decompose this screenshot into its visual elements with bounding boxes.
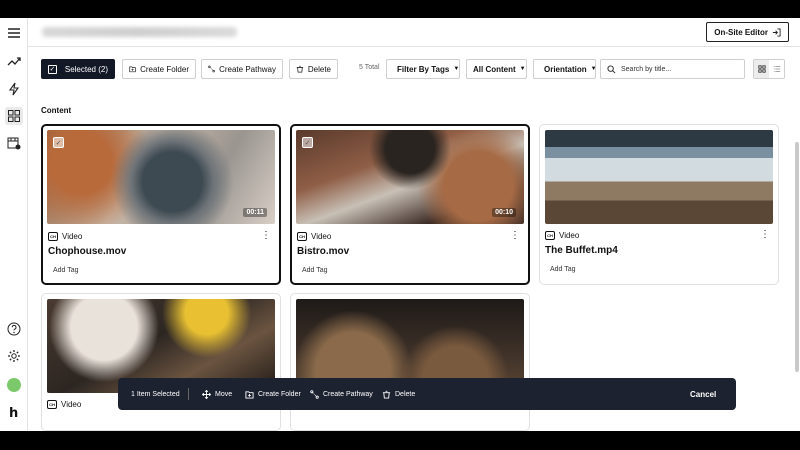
move-button[interactable]: Move <box>202 378 232 410</box>
delete-label: Delete <box>307 64 331 74</box>
filter-by-tags-dropdown[interactable]: Filter By Tags ▼ <box>386 59 460 79</box>
filter-by-tags-label: Filter By Tags <box>397 64 450 74</box>
on-site-editor-label: On-Site Editor <box>714 27 768 37</box>
duration-badge: 00:10 <box>492 208 516 217</box>
duration-badge: 00:11 <box>243 208 267 217</box>
video-type-icon: CH <box>47 399 57 409</box>
card-title: The Buffet.mp4 <box>545 245 618 256</box>
left-nav-rail: h <box>0 18 28 431</box>
divider <box>188 388 189 400</box>
search-icon <box>607 64 616 73</box>
search-input[interactable]: Search by title... <box>600 59 745 79</box>
content-grid-icon[interactable] <box>5 107 23 125</box>
content-card[interactable]: ✓ 00:11 CH Video ⋮ Chophouse.mov Add Tag <box>41 124 281 285</box>
total-count: 5 Total <box>359 64 380 71</box>
on-site-editor-button[interactable]: On-Site Editor <box>706 22 789 42</box>
folder-plus-icon <box>245 390 254 399</box>
create-folder-label: Create Folder <box>140 64 189 74</box>
media-type-label: Video <box>311 231 332 241</box>
cancel-label: Cancel <box>690 389 717 399</box>
create-folder-bar-label: Create Folder <box>258 390 301 398</box>
chevron-down-icon: ▼ <box>453 66 460 72</box>
video-thumbnail[interactable]: ✓ 00:11 <box>47 130 275 224</box>
selected-count-value: 1 Item Selected <box>131 390 180 398</box>
content-type-label: All Content <box>473 64 516 74</box>
orientation-label: Orientation <box>544 64 587 74</box>
trash-icon <box>296 65 304 73</box>
add-tag-link[interactable]: Add Tag <box>550 266 576 273</box>
media-type-label: Video <box>559 230 580 240</box>
card-title: Bistro.mov <box>297 246 350 257</box>
selected-count-text: 1 Item Selected <box>131 378 180 410</box>
media-settings-icon[interactable] <box>5 134 23 152</box>
blurred-page-title <box>42 27 237 37</box>
menu-icon[interactable] <box>5 24 23 42</box>
delete-bar-label: Delete <box>395 390 416 398</box>
video-type-icon: CH <box>48 231 58 241</box>
selected-count-label: Selected (2) <box>64 64 108 74</box>
bulk-action-bar: 1 Item Selected Move Create Folder Creat… <box>118 378 736 410</box>
move-arrows-icon <box>202 389 211 399</box>
checkbox-checked-icon: ✓ <box>48 64 57 74</box>
scrollbar[interactable] <box>795 142 800 372</box>
search-placeholder: Search by title... <box>621 65 672 73</box>
video-type-icon: CH <box>545 230 555 240</box>
content-card[interactable]: CH Video ⋮ The Buffet.mp4 Add Tag <box>539 124 779 285</box>
add-tag-link[interactable]: Add Tag <box>53 267 79 274</box>
app-window: h On-Site Editor ✓ Selected (2) Create F… <box>0 18 800 431</box>
chevron-down-icon: ▼ <box>590 66 597 72</box>
create-pathway-bar-label: Create Pathway <box>323 390 373 398</box>
content-card[interactable] <box>290 293 530 431</box>
user-avatar[interactable] <box>7 378 21 392</box>
pathway-icon <box>208 65 215 73</box>
trash-icon <box>382 390 391 399</box>
grid-view-icon[interactable] <box>754 60 769 78</box>
create-pathway-button[interactable]: Create Pathway <box>201 59 283 79</box>
content-card[interactable]: CH Video <box>41 293 281 431</box>
folder-plus-icon <box>129 66 136 73</box>
video-type-icon: CH <box>297 231 307 241</box>
view-toggle <box>753 59 785 79</box>
card-meta: CH Video ⋮ <box>297 230 520 242</box>
content-type-dropdown[interactable]: All Content ▼ <box>466 59 527 79</box>
card-meta: CH Video ⋮ <box>545 229 770 241</box>
video-thumbnail[interactable]: ✓ 00:10 <box>296 130 524 224</box>
card-meta: CH Video ⋮ <box>48 230 271 242</box>
create-pathway-bar-button[interactable]: Create Pathway <box>310 378 373 410</box>
move-label: Move <box>215 390 233 398</box>
select-checkbox[interactable]: ✓ <box>53 137 64 148</box>
top-bar: On-Site Editor <box>28 18 800 47</box>
list-view-icon[interactable] <box>769 60 784 78</box>
create-folder-button[interactable]: Create Folder <box>122 59 196 79</box>
create-pathway-label: Create Pathway <box>219 64 276 74</box>
delete-button[interactable]: Delete <box>289 59 338 79</box>
select-checkbox[interactable]: ✓ <box>302 137 313 148</box>
card-title: Chophouse.mov <box>48 246 127 257</box>
delete-bar-button[interactable]: Delete <box>382 378 415 410</box>
more-options-icon[interactable]: ⋮ <box>261 230 271 241</box>
orientation-dropdown[interactable]: Orientation ▼ <box>533 59 597 79</box>
sign-in-icon <box>772 27 781 37</box>
content-card[interactable]: ✓ 00:10 CH Video ⋮ Bistro.mov Add Tag <box>290 124 530 285</box>
pathway-icon <box>310 389 319 399</box>
settings-gear-icon[interactable] <box>5 347 23 365</box>
lightning-icon[interactable] <box>5 80 23 98</box>
section-heading: Content <box>41 106 72 115</box>
selected-count-button[interactable]: ✓ Selected (2) <box>41 59 115 79</box>
help-icon[interactable] <box>5 320 23 338</box>
media-type-label: Video <box>62 231 83 241</box>
brand-logo: h <box>9 406 19 421</box>
chevron-down-icon: ▼ <box>519 66 526 72</box>
more-options-icon[interactable]: ⋮ <box>510 230 520 241</box>
more-options-icon[interactable]: ⋮ <box>760 229 770 240</box>
cancel-button[interactable]: Cancel <box>690 378 716 410</box>
video-thumbnail[interactable] <box>545 130 773 224</box>
create-folder-bar-button[interactable]: Create Folder <box>245 378 301 410</box>
media-type-label: Video <box>61 399 82 409</box>
add-tag-link[interactable]: Add Tag <box>302 267 328 274</box>
analytics-icon[interactable] <box>5 52 23 70</box>
content-toolbar: ✓ Selected (2) Create Folder Create Path… <box>41 59 790 79</box>
scrollbar-thumb[interactable] <box>795 142 799 372</box>
